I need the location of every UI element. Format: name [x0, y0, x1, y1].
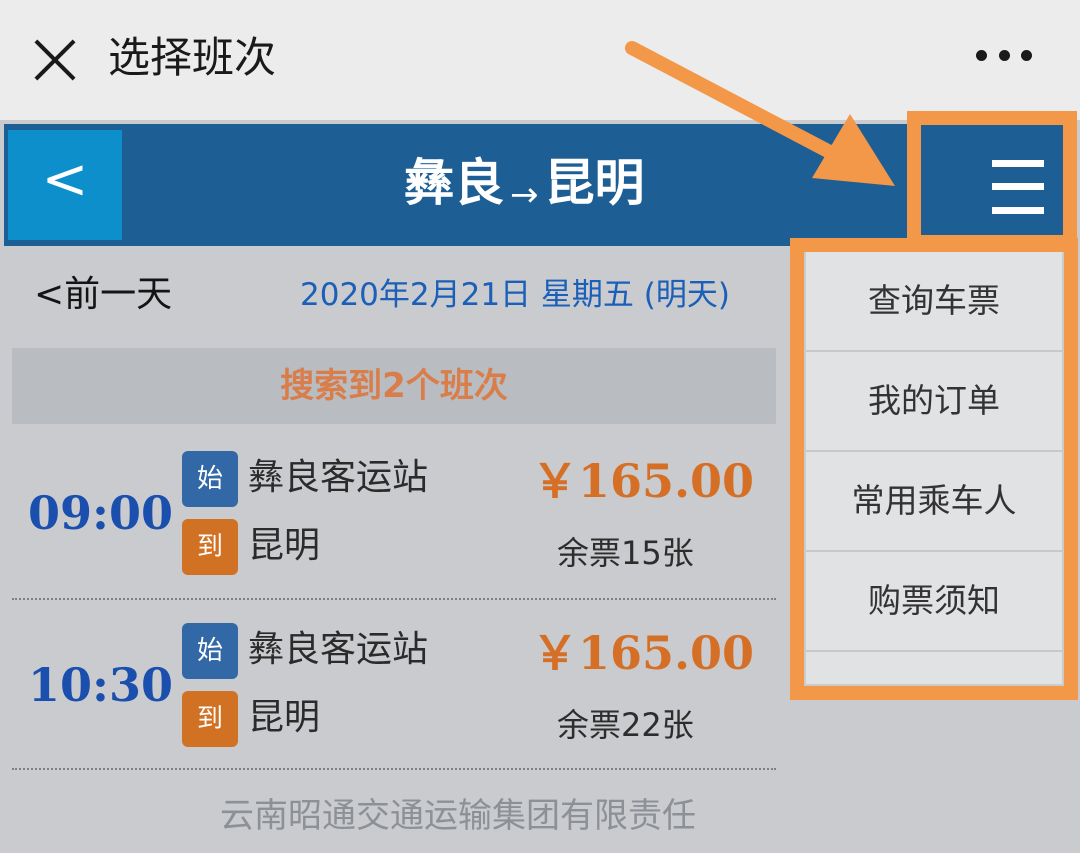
menu-item-my-orders[interactable]: 我的订单 [806, 352, 1062, 452]
page-title: 选择班次 [108, 33, 277, 82]
trip-row[interactable]: 10:30 始 彝良客运站 到 昆明 ￥165.00 余票22张 [12, 601, 776, 769]
row-divider [12, 768, 776, 770]
menu-item-frequent-passengers[interactable]: 常用乘车人 [806, 452, 1062, 552]
departure-time: 10:30 [28, 658, 174, 712]
menu-item-query-tickets[interactable]: 查询车票 [806, 252, 1062, 352]
route-title: 彝良 → 昆明 [404, 148, 645, 218]
previous-day-button[interactable]: <前一天 [34, 271, 172, 319]
footer-company: 云南昭通交通运输集团有限责任 [220, 796, 696, 836]
departure-time: 09:00 [28, 486, 174, 540]
end-station: 昆明 [248, 525, 321, 566]
dropdown-menu: 查询车票 我的订单 常用乘车人 购票须知 [790, 238, 1078, 700]
origin-city: 彝良 [404, 154, 504, 212]
hamburger-menu-icon [992, 160, 1044, 214]
ticket-price: ￥165.00 [532, 454, 755, 508]
route-arrow: → [510, 175, 539, 215]
remaining-tickets: 余票22张 [557, 706, 694, 744]
end-station: 昆明 [248, 697, 321, 738]
result-count-text: 搜索到2个班次 [280, 366, 508, 406]
route-header: < 彝良 → 昆明 [4, 124, 1074, 246]
end-badge: 到 [182, 691, 238, 747]
dropdown-panel: 查询车票 我的订单 常用乘车人 购票须知 [806, 252, 1062, 684]
row-divider [12, 598, 776, 600]
start-badge: 始 [182, 451, 238, 507]
start-badge: 始 [182, 623, 238, 679]
destination-city: 昆明 [544, 154, 645, 212]
start-station: 彝良客运站 [248, 629, 429, 670]
date-bar: <前一天 2020年2月21日 星期五 (明天) [4, 247, 780, 343]
start-station: 彝良客运站 [248, 457, 429, 498]
remaining-tickets: 余票15张 [557, 534, 694, 572]
end-badge: 到 [182, 519, 238, 575]
menu-item-purchase-notice[interactable]: 购票须知 [806, 552, 1062, 652]
menu-button[interactable] [916, 130, 1066, 240]
trip-row[interactable]: 09:00 始 彝良客运站 到 昆明 ￥165.00 余票15张 [12, 429, 776, 597]
ticket-price: ￥165.00 [532, 626, 755, 680]
more-icon[interactable] [976, 50, 1032, 66]
result-count-banner: 搜索到2个班次 [12, 348, 776, 424]
title-bar: 选择班次 [0, 0, 1080, 120]
back-arrow-icon: < [41, 147, 89, 212]
selected-date[interactable]: 2020年2月21日 星期五 (明天) [300, 271, 730, 319]
back-button[interactable]: < [8, 130, 122, 240]
close-icon[interactable] [30, 35, 80, 85]
